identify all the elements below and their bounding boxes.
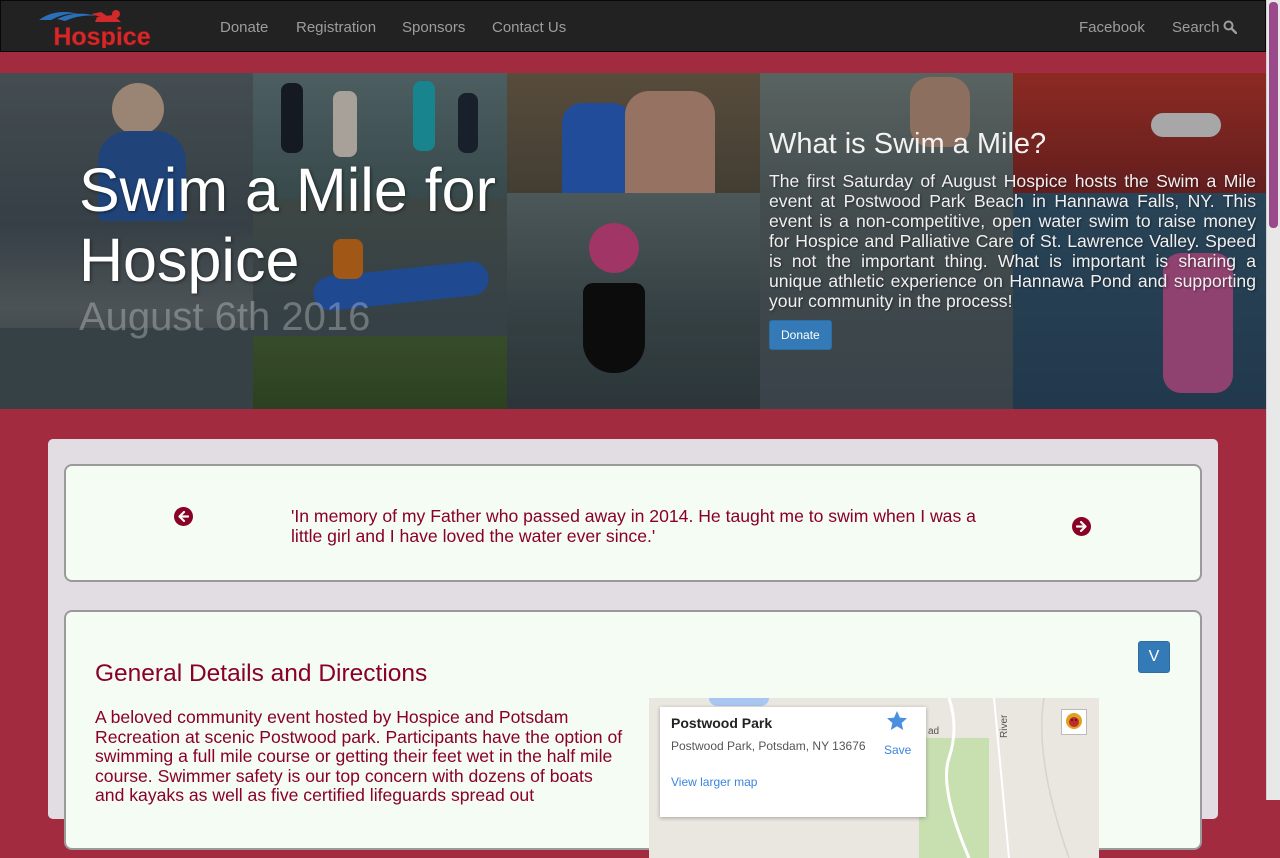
hero-title: Swim a Mile for Hospice [79, 156, 496, 294]
content-panel: 'In memory of my Father who passed away … [48, 439, 1218, 858]
event-date: August 6th 2016 [79, 295, 371, 339]
donate-button[interactable]: Donate [769, 320, 832, 350]
top-navbar: Hospice Donate Registration Sponsors Con… [0, 0, 1266, 52]
svg-text:Hospice: Hospice [53, 23, 150, 48]
testimonial-quote: 'In memory of my Father who passed away … [291, 506, 976, 546]
map-save-link[interactable]: Save [884, 743, 911, 757]
map-road-label: ad [928, 726, 940, 737]
nav-sponsors-link[interactable]: Sponsors [402, 19, 465, 36]
nav-facebook-link[interactable]: Facebook [1079, 19, 1145, 36]
hero-banner: Swim a Mile for Hospice August 6th 2016 … [0, 73, 1266, 409]
star-icon[interactable] [885, 709, 913, 738]
embedded-map[interactable]: ad River Postwood Park Postwood Park, Po… [649, 698, 1099, 858]
about-text: The first Saturday of August Hospice hos… [769, 171, 1256, 311]
map-river-label: River [999, 714, 1010, 738]
testimonial-carousel: 'In memory of my Father who passed away … [64, 464, 1202, 582]
details-title: General Details and Directions [95, 660, 428, 687]
scrollbar-thumb[interactable] [1269, 2, 1278, 228]
nav-donate-link[interactable]: Donate [220, 19, 268, 36]
view-larger-map-link[interactable]: View larger map [671, 775, 757, 789]
arrow-left-circle-icon[interactable] [174, 507, 193, 526]
map-address: Postwood Park, Potsdam, NY 13676 [671, 739, 866, 753]
map-user-avatar[interactable] [1061, 709, 1087, 735]
about-title: What is Swim a Mile? [769, 128, 1047, 160]
nav-contact-link[interactable]: Contact Us [492, 19, 566, 36]
about-section: What is Swim a Mile? The first Saturday … [760, 128, 1256, 350]
arrow-right-circle-icon[interactable] [1072, 517, 1091, 536]
nav-search-label: Search [1172, 19, 1220, 36]
page-scrollbar[interactable] [1266, 0, 1280, 800]
nav-search-link[interactable]: Search [1172, 19, 1237, 38]
details-text: A beloved community event hosted by Hosp… [95, 707, 623, 805]
search-icon [1223, 20, 1237, 38]
details-section: V General Details and Directions A belov… [64, 610, 1202, 858]
hospice-logo[interactable]: Hospice [35, 6, 169, 48]
collapse-toggle-button[interactable]: V [1138, 641, 1170, 673]
map-place-name: Postwood Park [671, 715, 773, 731]
map-info-card: Postwood Park Postwood Park, Potsdam, NY… [660, 707, 926, 817]
nav-registration-link[interactable]: Registration [296, 19, 376, 36]
